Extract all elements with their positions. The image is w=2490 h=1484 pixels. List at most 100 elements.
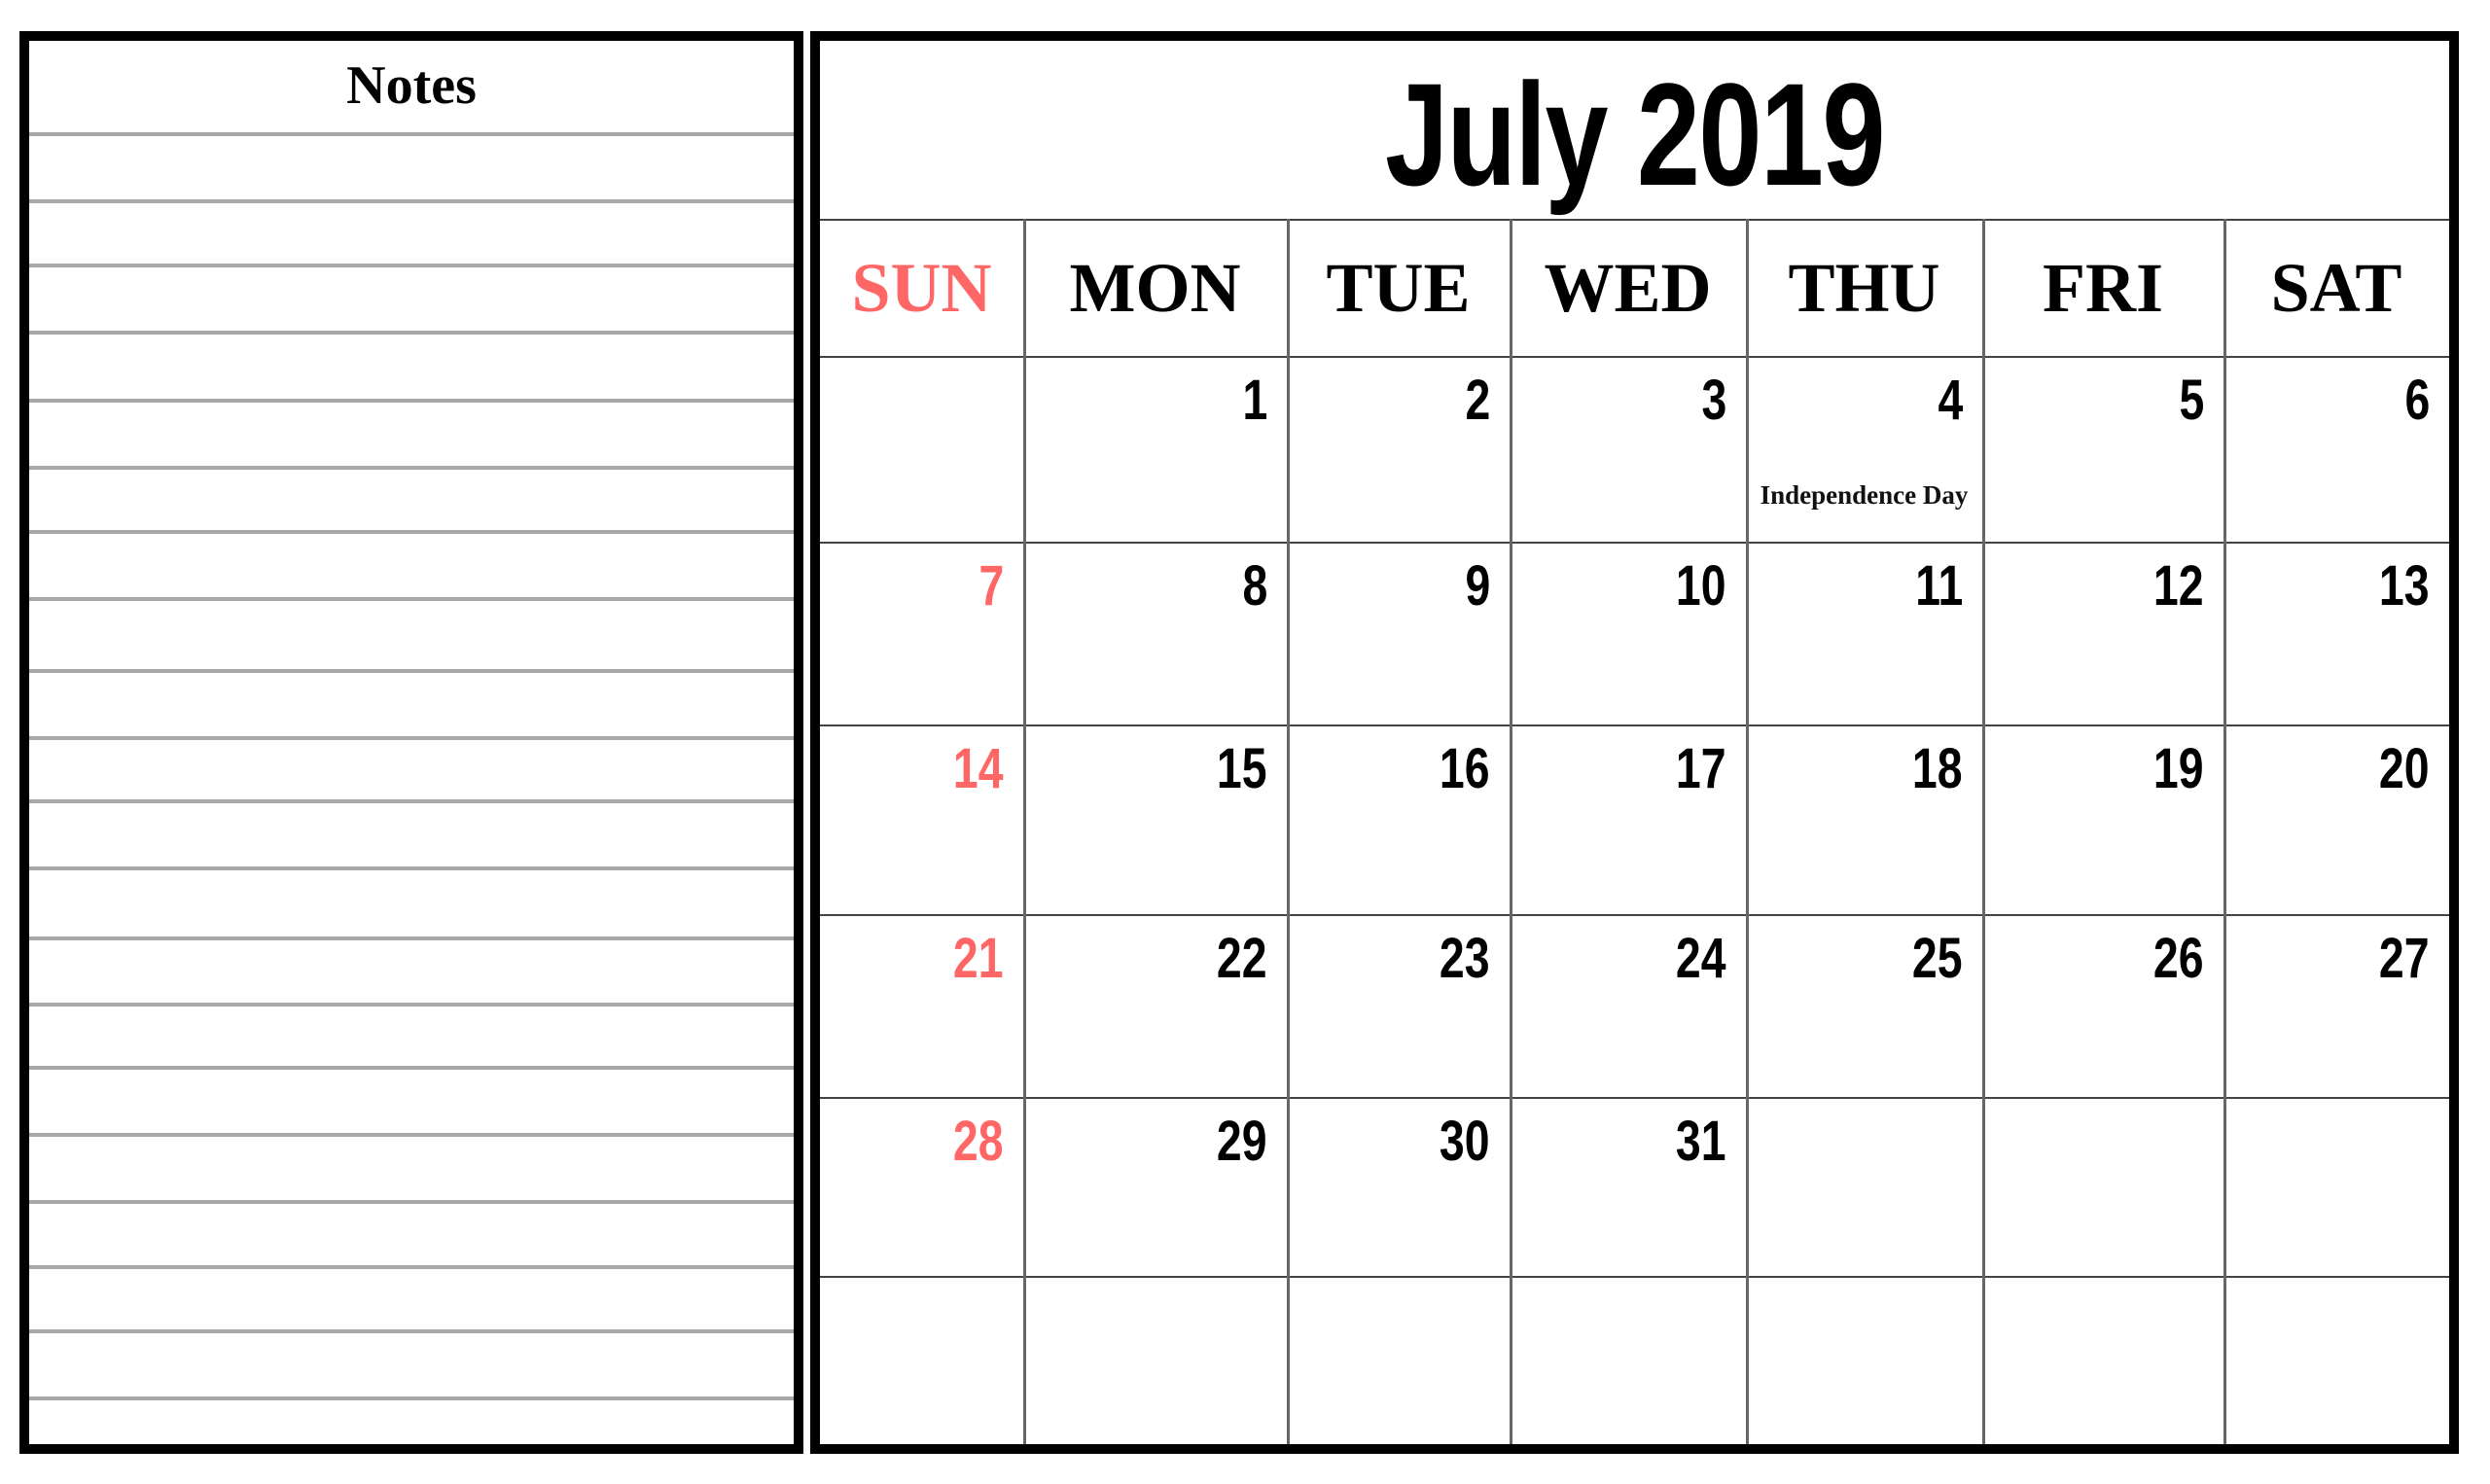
- note-line: [29, 1002, 794, 1007]
- day-number: 1: [1242, 369, 1267, 432]
- day-number: 11: [1914, 554, 1963, 618]
- day-cell[interactable]: [1982, 1276, 2223, 1444]
- day-number: 9: [1465, 554, 1490, 618]
- day-cell[interactable]: 19: [1982, 724, 2223, 914]
- calendar-title: July 2019: [1385, 53, 1885, 216]
- day-number: 31: [1676, 1110, 1726, 1173]
- day-number: 4: [1938, 369, 1963, 432]
- notes-title: Notes: [346, 55, 477, 116]
- day-cell[interactable]: 26: [1982, 914, 2223, 1097]
- day-cell[interactable]: 31: [1510, 1097, 1746, 1276]
- day-number: 26: [2153, 927, 2204, 990]
- day-number: 30: [1440, 1110, 1490, 1173]
- day-number: 21: [953, 927, 1004, 990]
- weekday-mon: MON: [1069, 248, 1241, 327]
- day-number: 20: [2379, 737, 2430, 800]
- day-cell[interactable]: 11: [1746, 542, 1982, 724]
- note-line: [29, 866, 794, 871]
- day-number: 18: [1912, 737, 1963, 800]
- note-line: [29, 263, 794, 267]
- day-cell[interactable]: 22: [1023, 914, 1287, 1097]
- day-number: 29: [1217, 1110, 1267, 1173]
- day-cell[interactable]: [1510, 1276, 1746, 1444]
- weekday-thu: THU: [1788, 248, 1940, 327]
- note-line: [29, 1200, 794, 1205]
- day-cell[interactable]: 9: [1287, 542, 1510, 724]
- day-cell[interactable]: 5: [1982, 356, 2223, 542]
- day-cell[interactable]: [1746, 1276, 1982, 1444]
- day-cell[interactable]: [820, 1276, 1023, 1444]
- day-cell[interactable]: 18: [1746, 724, 1982, 914]
- notes-panel: Notes: [19, 31, 803, 1454]
- day-number: 16: [1440, 737, 1490, 800]
- note-line: [29, 1396, 794, 1400]
- day-cell[interactable]: 17: [1510, 724, 1746, 914]
- day-number: 6: [2404, 369, 2430, 432]
- day-cell[interactable]: 13: [2223, 542, 2449, 724]
- day-cell[interactable]: 2: [1287, 356, 1510, 542]
- note-line: [29, 1066, 794, 1071]
- note-line: [29, 799, 794, 804]
- weekday-sun: SUN: [851, 248, 992, 327]
- day-cell[interactable]: 30: [1287, 1097, 1510, 1276]
- day-cell[interactable]: 20: [2223, 724, 2449, 914]
- note-line: [29, 596, 794, 601]
- day-cell[interactable]: 23: [1287, 914, 1510, 1097]
- day-cell[interactable]: 25: [1746, 914, 1982, 1097]
- day-number: 7: [978, 554, 1004, 618]
- day-cell[interactable]: [1982, 1097, 2223, 1276]
- note-line: [29, 1265, 794, 1270]
- note-line: [29, 132, 794, 137]
- note-line: [29, 1133, 794, 1138]
- event-label: Independence Day: [1760, 480, 1969, 510]
- note-line: [29, 936, 794, 941]
- day-cell[interactable]: [1287, 1276, 1510, 1444]
- weekday-fri: FRI: [2043, 248, 2163, 327]
- day-cell[interactable]: 15: [1023, 724, 1287, 914]
- day-number: 12: [2153, 554, 2204, 618]
- day-cell[interactable]: 6: [2223, 356, 2449, 542]
- day-cell[interactable]: 21: [820, 914, 1023, 1097]
- note-line: [29, 735, 794, 740]
- day-cell[interactable]: [820, 356, 1023, 542]
- day-cell[interactable]: 16: [1287, 724, 1510, 914]
- day-number: 8: [1242, 554, 1267, 618]
- day-cell[interactable]: 10: [1510, 542, 1746, 724]
- weekday-wed: WED: [1544, 248, 1712, 327]
- day-cell[interactable]: 1: [1023, 356, 1287, 542]
- day-number: 10: [1676, 554, 1726, 618]
- day-number: 17: [1676, 737, 1726, 800]
- day-number: 22: [1217, 927, 1267, 990]
- day-cell[interactable]: 7: [820, 542, 1023, 724]
- day-number: 15: [1217, 737, 1267, 800]
- note-line: [29, 330, 794, 335]
- note-line: [29, 668, 794, 673]
- note-line: [29, 466, 794, 471]
- day-number: 5: [2179, 369, 2204, 432]
- day-number: 3: [1701, 369, 1726, 432]
- note-line: [29, 199, 794, 204]
- day-cell[interactable]: 28: [820, 1097, 1023, 1276]
- day-cell[interactable]: [2223, 1276, 2449, 1444]
- day-number: 23: [1440, 927, 1490, 990]
- day-cell[interactable]: 14: [820, 724, 1023, 914]
- day-cell[interactable]: [2223, 1097, 2449, 1276]
- day-number: 25: [1912, 927, 1963, 990]
- day-cell[interactable]: [1746, 1097, 1982, 1276]
- note-line: [29, 529, 794, 534]
- calendar-panel: July 2019 SUN MON TUE WED THU FRI SAT 1 2 3 4 Indep…: [810, 31, 2459, 1454]
- day-cell[interactable]: 8: [1023, 542, 1287, 724]
- day-cell[interactable]: [1023, 1276, 1287, 1444]
- day-number: 19: [2153, 737, 2204, 800]
- day-number: 14: [953, 737, 1004, 800]
- note-line: [29, 399, 794, 404]
- day-cell[interactable]: 29: [1023, 1097, 1287, 1276]
- day-number: 24: [1676, 927, 1726, 990]
- day-cell[interactable]: 3: [1510, 356, 1746, 542]
- day-cell[interactable]: 24: [1510, 914, 1746, 1097]
- day-cell[interactable]: 27: [2223, 914, 2449, 1097]
- day-number: 28: [953, 1110, 1004, 1173]
- day-number: 27: [2379, 927, 2430, 990]
- day-cell[interactable]: 4 Independence Day: [1746, 356, 1982, 542]
- day-cell[interactable]: 12: [1982, 542, 2223, 724]
